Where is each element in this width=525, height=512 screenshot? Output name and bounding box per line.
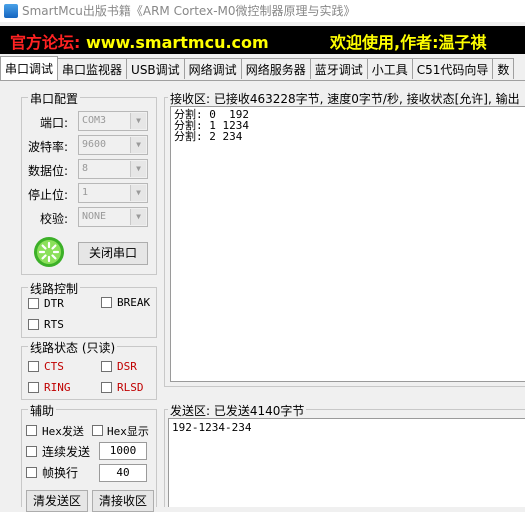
data-bits-label: 数据位: xyxy=(28,164,69,178)
forum-label: 官方论坛: xyxy=(10,33,81,52)
dtr-label: DTR xyxy=(44,297,64,310)
tab-network-debug[interactable]: 网络调试 xyxy=(183,58,242,79)
parity-label: 校验: xyxy=(40,212,69,226)
baud-value: 9600 xyxy=(82,139,107,150)
close-port-button[interactable]: 关闭串口 xyxy=(78,242,148,265)
cts-indicator xyxy=(28,361,39,372)
serial-config-title: 串口配置 xyxy=(28,90,81,107)
tab-serial-debug[interactable]: 串口调试 xyxy=(0,56,59,80)
tab-bar: 串口调试 串口监视器 USB调试 网络调试 网络服务器 蓝牙调试 小工具 C51… xyxy=(0,56,525,80)
frame-newline-label: 帧换行 xyxy=(42,466,79,480)
continuous-send-checkbox[interactable] xyxy=(26,446,37,457)
tab-tools[interactable]: 小工具 xyxy=(366,58,413,79)
clear-receive-button[interactable]: 清接收区 xyxy=(92,490,154,512)
receive-status: 接收区: 已接收463228字节, 速度0字节/秒, 接收状态[允许], 输出 xyxy=(168,90,525,107)
line-status-title: 线路状态 (只读) xyxy=(28,339,118,356)
continuous-send-label: 连续发送 xyxy=(42,445,91,459)
window-title: SmartMcu出版书籍《ARM Cortex-M0微控制器原理与实践》 xyxy=(22,4,356,18)
aux-title: 辅助 xyxy=(28,402,57,419)
welcome-text: 欢迎使用,作者:温子祺 xyxy=(330,33,487,52)
green-led-icon xyxy=(33,236,65,271)
parity-value: NONE xyxy=(82,211,107,222)
stop-bits-value: 1 xyxy=(82,187,89,198)
chevron-down-icon: ▼ xyxy=(130,137,146,153)
port-label: 端口: xyxy=(40,116,69,130)
tab-more[interactable]: 数 xyxy=(492,58,515,79)
frame-newline-checkbox[interactable] xyxy=(26,467,37,478)
app-icon xyxy=(4,4,18,18)
cts-label: CTS xyxy=(44,360,64,373)
tab-divider xyxy=(0,80,525,81)
rts-checkbox[interactable] xyxy=(28,319,39,330)
send-status: 发送区: 已发送4140字节 xyxy=(168,402,307,419)
tab-network-server[interactable]: 网络服务器 xyxy=(240,58,311,79)
data-bits-select[interactable]: 8 ▼ xyxy=(78,159,148,179)
continuous-interval-input[interactable]: 1000 xyxy=(99,442,147,460)
stop-bits-select[interactable]: 1 ▼ xyxy=(78,183,148,203)
baud-select[interactable]: 9600 ▼ xyxy=(78,135,148,155)
tab-serial-monitor[interactable]: 串口监视器 xyxy=(57,58,128,79)
receive-line: 分割: 2 234 xyxy=(174,130,243,143)
ring-label: RING xyxy=(44,381,71,394)
chevron-down-icon: ▼ xyxy=(130,185,146,201)
baud-label: 波特率: xyxy=(28,140,69,154)
dsr-indicator xyxy=(101,361,112,372)
clear-send-button[interactable]: 清发送区 xyxy=(26,490,88,512)
port-value: COM3 xyxy=(82,115,107,126)
send-textarea[interactable]: 192-1234-234 xyxy=(168,418,525,507)
break-checkbox[interactable] xyxy=(101,297,112,308)
dtr-checkbox[interactable] xyxy=(28,298,39,309)
forum-link[interactable]: 官方论坛: www.smartmcu.com xyxy=(10,29,269,53)
break-label: BREAK xyxy=(117,296,151,309)
hex-display-checkbox[interactable] xyxy=(92,425,103,436)
hex-display-label: Hex显示 xyxy=(107,425,149,438)
chevron-down-icon: ▼ xyxy=(130,113,146,129)
ring-indicator xyxy=(28,382,39,393)
port-select[interactable]: COM3 ▼ xyxy=(78,111,148,131)
chevron-down-icon: ▼ xyxy=(130,161,146,177)
tab-c51-wizard[interactable]: C51代码向导 xyxy=(411,58,494,79)
rlsd-label: RLSD xyxy=(117,381,144,394)
receive-textarea[interactable]: 分割: 0 192 分割: 1 1234 分割: 2 234 xyxy=(170,106,525,382)
hex-send-checkbox[interactable] xyxy=(26,425,37,436)
forum-url: www.smartmcu.com xyxy=(85,33,269,52)
tab-bluetooth-debug[interactable]: 蓝牙调试 xyxy=(309,58,368,79)
hex-send-label: Hex发送 xyxy=(42,425,84,438)
rts-label: RTS xyxy=(44,318,64,331)
rlsd-indicator xyxy=(101,382,112,393)
line-control-title: 线路控制 xyxy=(28,280,81,297)
dsr-label: DSR xyxy=(117,360,137,373)
data-bits-value: 8 xyxy=(82,163,89,174)
tab-usb-debug[interactable]: USB调试 xyxy=(126,58,185,79)
frame-size-input[interactable]: 40 xyxy=(99,464,147,482)
parity-select[interactable]: NONE ▼ xyxy=(78,207,148,227)
chevron-down-icon: ▼ xyxy=(130,209,146,225)
stop-bits-label: 停止位: xyxy=(28,188,69,202)
